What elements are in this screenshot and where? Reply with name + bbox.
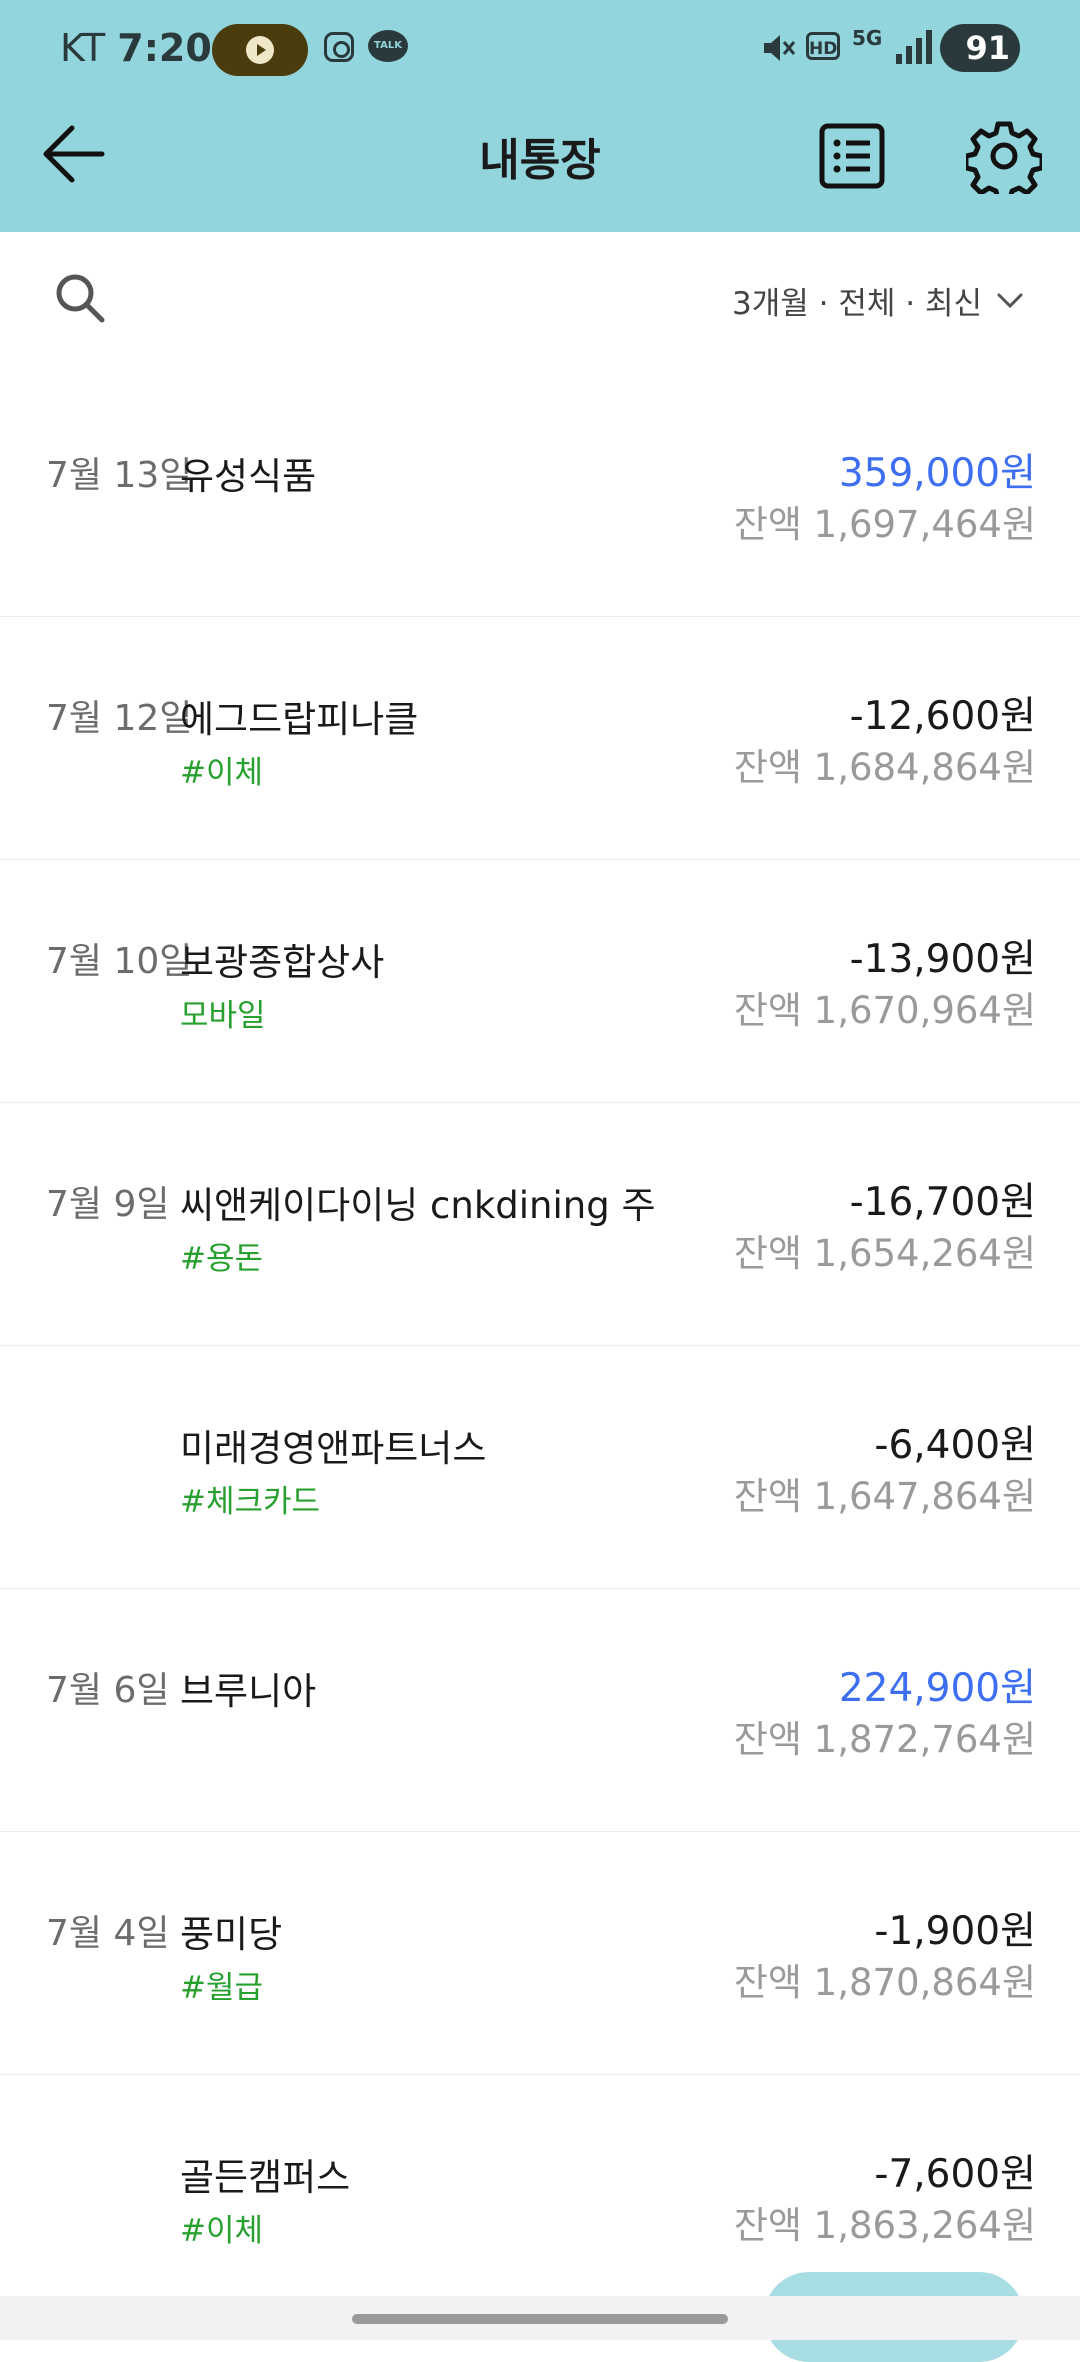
transaction-date: 7월 4일 <box>46 1913 170 1954</box>
transaction-name: 브루니아 <box>180 1670 317 1713</box>
instagram-notification-icon <box>324 32 354 62</box>
transaction-date: 7월 6일 <box>46 1670 170 1711</box>
network-5g-icon: 5G <box>852 26 883 50</box>
filter-bar: 3개월 · 전체 · 최신 <box>0 232 1080 376</box>
statement-list-button[interactable] <box>818 122 886 190</box>
transaction-name: 보광종합상사 <box>180 941 385 984</box>
transaction-amount: 359,000원 <box>838 451 1036 496</box>
transaction-amount: -13,900원 <box>849 937 1036 982</box>
transaction-balance: 잔액 1,870,864원 <box>733 1961 1036 2004</box>
period-filter-dropdown[interactable]: 3개월 · 전체 · 최신 <box>732 278 1024 323</box>
page-title: 내통장 <box>479 135 601 186</box>
transaction-tag[interactable]: 모바일 <box>180 990 266 1035</box>
transaction-row[interactable]: 7월 9일 씨앤케이다이닝 cnkdining 주 #용돈 -16,700원 잔… <box>0 1103 1080 1347</box>
search-button[interactable] <box>50 268 110 328</box>
home-gesture-handle[interactable] <box>352 2314 728 2324</box>
status-bar: KT 7:20 TALK HD 5G 91 <box>0 0 1080 100</box>
filter-label: 3개월 · 전체 · 최신 <box>732 286 982 322</box>
transaction-balance: 잔액 1,863,264원 <box>733 2204 1036 2247</box>
transaction-tag[interactable]: #체크카드 <box>180 1476 320 1521</box>
transaction-row[interactable]: 7월 12일 에그드랍피나클 #이체 -12,600원 잔액 1,684,864… <box>0 617 1080 861</box>
transaction-name: 풍미당 <box>180 1913 283 1956</box>
transaction-amount: -7,600원 <box>874 2152 1036 2197</box>
transaction-amount: -1,900원 <box>874 1909 1036 1954</box>
transaction-name: 미래경영앤파트너스 <box>180 1427 487 1470</box>
carrier-label: KT <box>60 26 106 70</box>
transaction-amount: -12,600원 <box>849 694 1036 739</box>
transaction-name: 유성식품 <box>180 455 317 498</box>
hd-icon: HD <box>806 32 840 60</box>
transaction-name: 에그드랍피나클 <box>180 698 419 741</box>
transaction-date: 7월 12일 <box>46 698 193 739</box>
transaction-tag[interactable]: #용돈 <box>180 1233 263 1278</box>
chevron-down-icon <box>997 293 1023 308</box>
transaction-balance: 잔액 1,697,464원 <box>733 503 1036 546</box>
transaction-balance: 잔액 1,670,964원 <box>733 989 1036 1032</box>
battery-indicator: 91 <box>940 24 1020 72</box>
kakaotalk-notification-icon: TALK <box>368 30 408 62</box>
gear-icon <box>963 121 1045 203</box>
list-icon <box>819 123 885 189</box>
transaction-date: 7월 13일 <box>46 455 193 496</box>
settings-button[interactable] <box>963 118 1045 203</box>
transaction-amount: -6,400원 <box>874 1423 1036 1468</box>
transaction-row[interactable]: 7월 10일 보광종합상사 모바일 -13,900원 잔액 1,670,964원 <box>0 860 1080 1104</box>
transaction-tag[interactable]: #이체 <box>180 747 263 792</box>
transaction-amount: -16,700원 <box>849 1180 1036 1225</box>
search-icon <box>56 274 105 323</box>
media-playback-icon <box>212 24 308 76</box>
mute-icon <box>764 35 796 61</box>
transaction-row[interactable]: 7월 6일 브루니아 224,900원 잔액 1,872,764원 <box>0 1589 1080 1833</box>
transaction-row[interactable]: 7월 4일 풍미당 #월급 -1,900원 잔액 1,870,864원 <box>0 1832 1080 2076</box>
transaction-amount: 224,900원 <box>838 1666 1036 1711</box>
transaction-tag[interactable]: #이체 <box>180 2205 263 2250</box>
transaction-tag[interactable]: #월급 <box>180 1962 263 2007</box>
transaction-balance: 잔액 1,872,764원 <box>733 1718 1036 1761</box>
app-header: KT 7:20 TALK HD 5G 91 내통장 <box>0 0 1080 232</box>
signal-strength-icon <box>896 28 932 64</box>
clock: 7:20 <box>117 26 212 70</box>
transaction-name: 씨앤케이다이닝 cnkdining 주 <box>180 1184 656 1227</box>
transaction-name: 골든캠퍼스 <box>180 2156 351 2199</box>
transaction-balance: 잔액 1,647,864원 <box>733 1475 1036 1518</box>
status-carrier-time: KT 7:20 <box>60 26 212 70</box>
transaction-balance: 잔액 1,654,264원 <box>733 1232 1036 1275</box>
transaction-row[interactable]: 미래경영앤파트너스 #체크카드 -6,400원 잔액 1,647,864원 <box>0 1346 1080 1590</box>
transaction-date: 7월 9일 <box>46 1184 170 1225</box>
transaction-row[interactable]: 7월 13일 유성식품 359,000원 잔액 1,697,464원 <box>0 374 1080 618</box>
transaction-date: 7월 10일 <box>46 941 193 982</box>
transaction-balance: 잔액 1,684,864원 <box>733 746 1036 789</box>
